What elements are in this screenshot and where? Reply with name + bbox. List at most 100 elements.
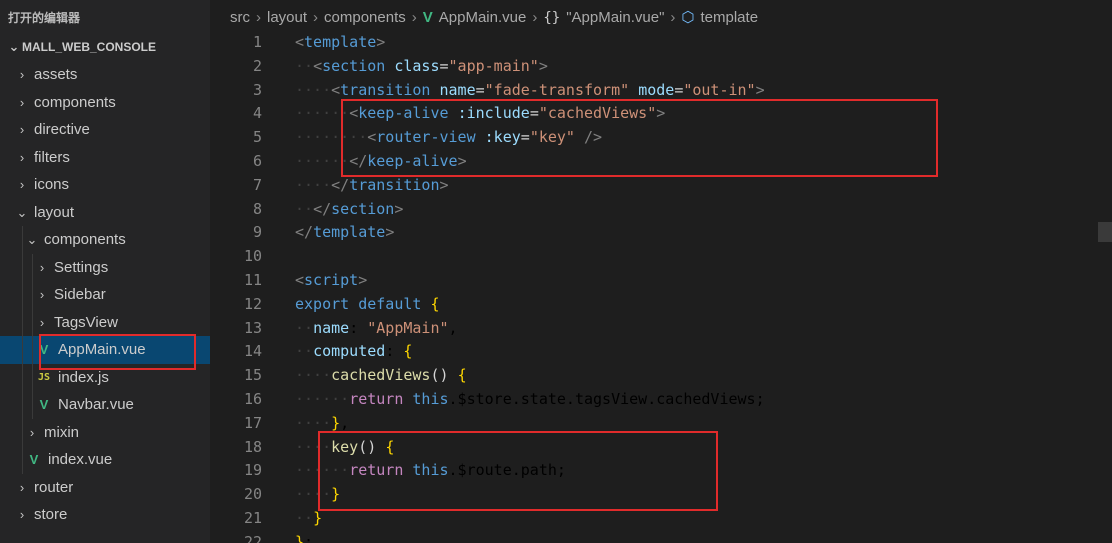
workspace-section-header[interactable]: ⌄ MALL_WEB_CONSOLE bbox=[0, 35, 210, 59]
code-line[interactable]: 15 ····cachedViews() { bbox=[210, 364, 1112, 388]
code-line[interactable]: 9 </template> bbox=[210, 221, 1112, 245]
code-line[interactable]: 2 ··<section class="app-main"> bbox=[210, 55, 1112, 79]
line-text: ··computed: { bbox=[295, 342, 413, 361]
chevron-down-icon: ⌄ bbox=[16, 204, 28, 220]
indent-guide bbox=[22, 308, 23, 336]
tree-item-label: mixin bbox=[44, 423, 80, 441]
line-text: ····</transition> bbox=[295, 175, 449, 194]
code-line[interactable]: 11 <script> bbox=[210, 269, 1112, 293]
tree-item-sidebar[interactable]: › Sidebar bbox=[0, 281, 210, 309]
code-line[interactable]: 4 ······<keep-alive :include="cachedViews… bbox=[210, 102, 1112, 126]
line-number: 13 bbox=[243, 318, 262, 337]
line-number: 9 bbox=[252, 223, 262, 242]
scrollbar-thumb[interactable] bbox=[1098, 222, 1112, 242]
indent-guide bbox=[22, 226, 23, 254]
line-number: 18 bbox=[243, 437, 262, 456]
tree-item-components[interactable]: › components bbox=[0, 89, 210, 117]
line-text: ··} bbox=[295, 508, 323, 527]
tree-item-settings[interactable]: › Settings bbox=[0, 253, 210, 281]
chevron-right-icon: › bbox=[39, 314, 45, 330]
code-line[interactable]: 20 ····} bbox=[210, 483, 1112, 507]
indent-guide bbox=[32, 336, 33, 364]
tree-item-label: AppMain.vue bbox=[58, 341, 146, 358]
tree-item-label: components bbox=[34, 93, 116, 111]
tree-item-router[interactable]: › router bbox=[0, 474, 210, 502]
code-line[interactable]: 5 ········<router-view :key="key" /> bbox=[210, 126, 1112, 150]
code-line[interactable]: 12 export default { bbox=[210, 293, 1112, 317]
line-text: ··<section class="app-main"> bbox=[295, 56, 548, 75]
code-line[interactable]: 7 ····</transition> bbox=[210, 174, 1112, 198]
vscode-window: 打开的编辑器 ⌄ MALL_WEB_CONSOLE › assets › compon… bbox=[0, 0, 1112, 543]
code-editor[interactable]: 1 <template> 2 ··<section class="app-main">… bbox=[210, 31, 1112, 543]
chevron-down-icon: ⌄ bbox=[8, 39, 20, 54]
tree-item-label: icons bbox=[34, 176, 70, 193]
open-editors-header[interactable]: 打开的编辑器 bbox=[0, 0, 210, 36]
tree-item-navbar-vue[interactable]: V Navbar.vue bbox=[0, 391, 210, 419]
code-line[interactable]: 10 bbox=[210, 245, 1112, 269]
code-line[interactable]: 13 ··name: "AppMain", bbox=[210, 317, 1112, 341]
line-text: ····<transition name="fade-transform" mo… bbox=[295, 80, 765, 99]
tree-item-label: router bbox=[34, 478, 74, 496]
line-number: 19 bbox=[243, 461, 262, 480]
code-line[interactable]: 1 <template> bbox=[210, 31, 1112, 55]
code-line[interactable]: 14 ··computed: { bbox=[210, 340, 1112, 364]
workspace-name: MALL_WEB_CONSOLE bbox=[22, 40, 157, 54]
line-text: ··name: "AppMain", bbox=[295, 318, 458, 337]
indent-guide bbox=[22, 336, 23, 364]
line-number: 21 bbox=[243, 508, 262, 527]
tree-item-mixin[interactable]: › mixin bbox=[0, 418, 210, 446]
file-tree: › assets › components › directive › filters › ico… bbox=[0, 61, 210, 529]
tree-item-label: store bbox=[34, 506, 68, 523]
tree-item-directive[interactable]: › directive bbox=[0, 116, 210, 144]
code-line[interactable]: 17 ····}, bbox=[210, 412, 1112, 436]
code-line[interactable]: 6 ······</keep-alive> bbox=[210, 150, 1112, 174]
line-number: 10 bbox=[243, 247, 262, 266]
tree-item-filters[interactable]: › filters bbox=[0, 144, 210, 172]
indent-guide bbox=[32, 363, 33, 391]
indent-guide bbox=[32, 253, 33, 281]
indent-guide bbox=[22, 446, 23, 474]
line-number: 5 bbox=[252, 128, 262, 147]
code-line[interactable]: 18 ····key() { bbox=[210, 436, 1112, 460]
tree-item-store[interactable]: › store bbox=[0, 501, 210, 529]
tree-item-layout[interactable]: ⌄ layout bbox=[0, 199, 210, 227]
code-line[interactable]: 3 ····<transition name="fade-transform" m… bbox=[210, 79, 1112, 103]
chevron-right-icon: › bbox=[19, 479, 25, 495]
line-number: 17 bbox=[243, 413, 262, 432]
indent-guide bbox=[22, 253, 23, 281]
tree-item-assets[interactable]: › assets bbox=[0, 61, 210, 89]
line-text: }; bbox=[295, 532, 314, 543]
chevron-right-icon: › bbox=[19, 122, 25, 137]
tree-item-icons[interactable]: › icons bbox=[0, 171, 210, 199]
line-number: 7 bbox=[252, 175, 262, 194]
line-number: 6 bbox=[252, 151, 262, 170]
vue-file-icon: V bbox=[39, 397, 49, 412]
line-text: ····}, bbox=[295, 413, 350, 432]
tree-item-label: Settings bbox=[54, 258, 109, 276]
tree-item-label: directive bbox=[34, 121, 90, 138]
code-line[interactable]: 19 ······return this.$route.path; bbox=[210, 459, 1112, 483]
line-number: 3 bbox=[252, 80, 262, 99]
tree-item-index-vue[interactable]: Vindex.vue bbox=[0, 446, 210, 474]
line-number: 4 bbox=[252, 104, 262, 123]
indent-guide bbox=[32, 308, 33, 336]
code-line[interactable]: 21 ··} bbox=[210, 507, 1112, 531]
code-line[interactable]: 16 ······return this.$store.state.tagsVie… bbox=[210, 388, 1112, 412]
tree-item-label: assets bbox=[34, 66, 78, 83]
code-line[interactable]: 8 ··</section> bbox=[210, 198, 1112, 222]
tree-item-index-js[interactable]: JS index.js bbox=[0, 363, 210, 391]
indent-guide bbox=[32, 281, 33, 309]
tree-item-label: components bbox=[44, 231, 126, 248]
tree-item-label: Sidebar bbox=[54, 286, 106, 303]
line-text: ····cachedViews() { bbox=[295, 366, 467, 385]
indent-guide bbox=[22, 391, 23, 419]
indent-guide bbox=[22, 418, 23, 446]
tree-item-appmain-vue[interactable]: V AppMain.vue bbox=[0, 336, 210, 364]
line-number: 8 bbox=[252, 199, 262, 218]
chevron-right-icon: › bbox=[39, 259, 45, 275]
code-line[interactable]: 22}; bbox=[210, 531, 1112, 543]
chevron-right-icon: › bbox=[29, 424, 35, 440]
vue-file-icon: V bbox=[39, 342, 49, 357]
tree-item-components[interactable]: ⌄ components bbox=[0, 226, 210, 254]
tree-item-tagsview[interactable]: › TagsView bbox=[0, 308, 210, 336]
